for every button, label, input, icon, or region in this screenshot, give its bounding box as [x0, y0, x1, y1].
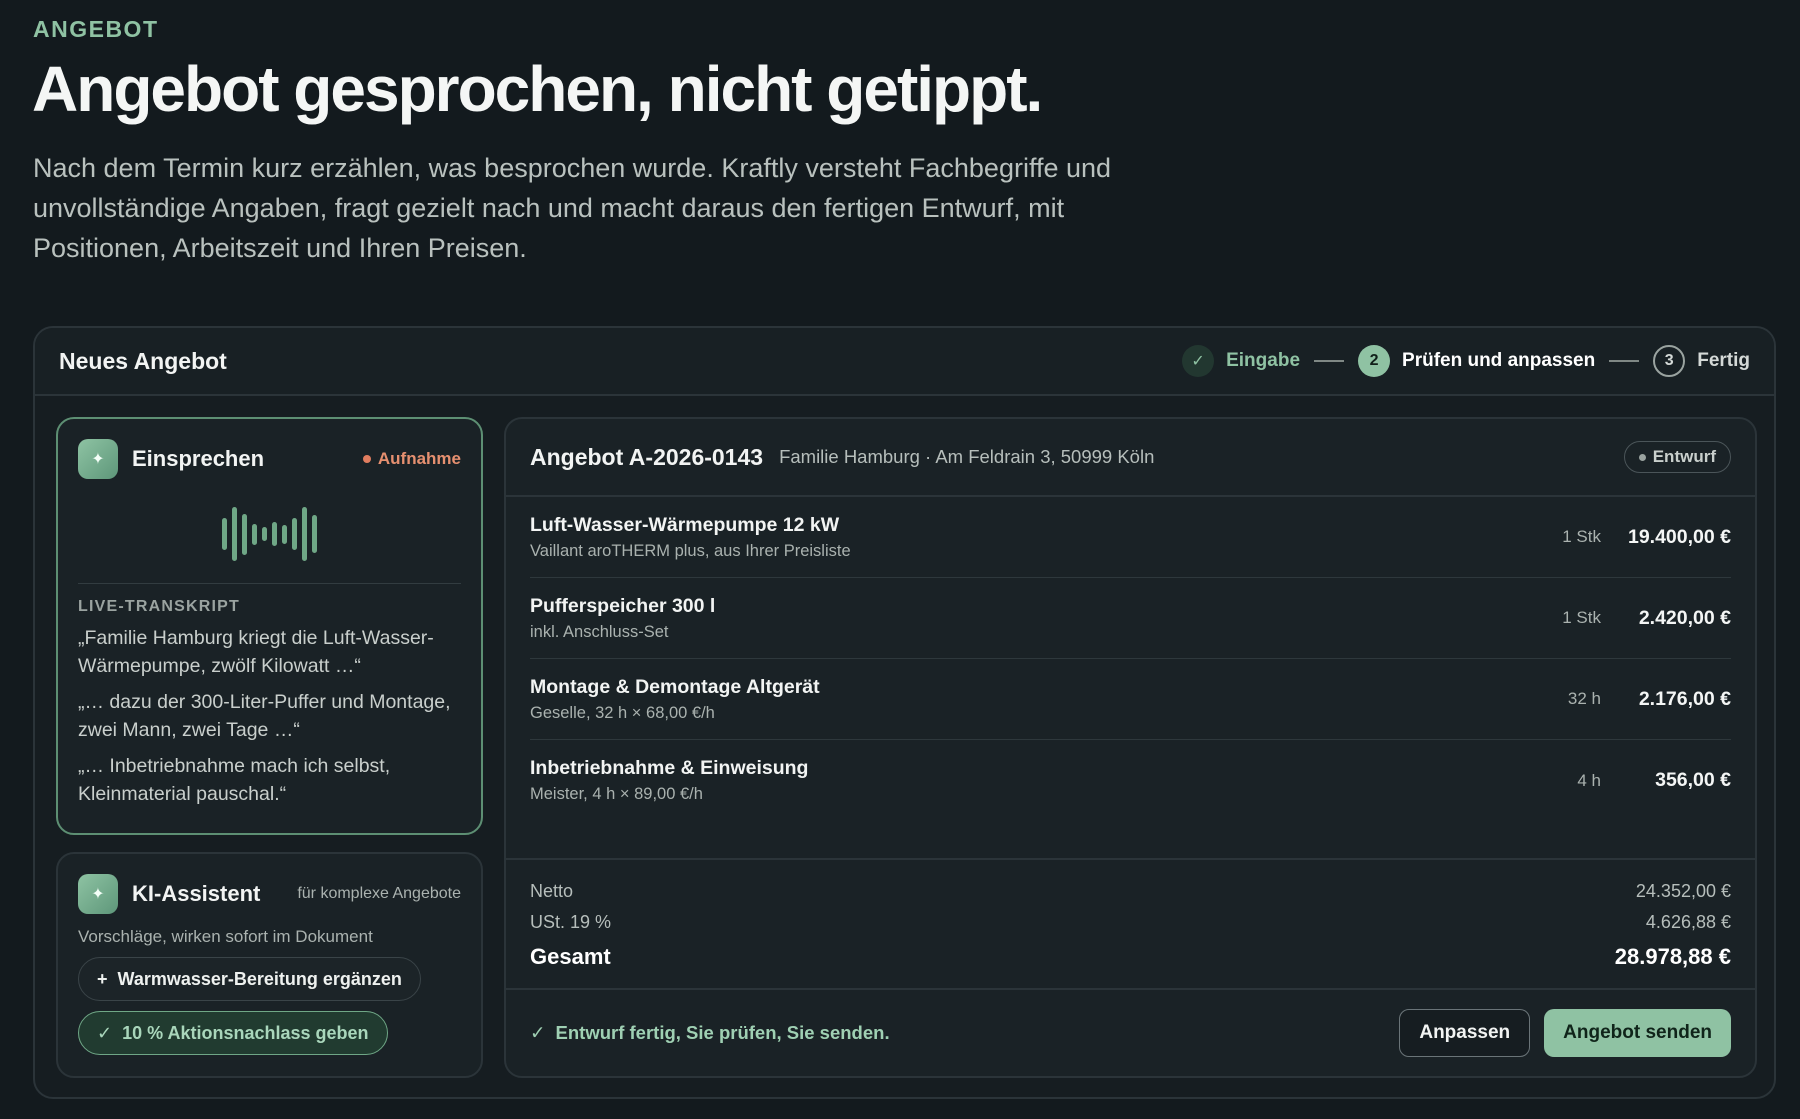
line-items: Luft-Wasser-Wärmepumpe 12 kW Vaillant ar…: [506, 497, 1755, 860]
status-label: Entwurf: [1652, 447, 1716, 466]
waveform-bar: [222, 518, 227, 550]
status-badge: Entwurf: [1623, 441, 1731, 473]
sparkle-icon: ✦: [78, 874, 118, 914]
line-item[interactable]: Pufferspeicher 300 l inkl. Anschluss-Set…: [530, 578, 1731, 659]
ai-assistant-card: ✦ KI-Assistent für komplexe Angebote Vor…: [56, 852, 483, 1078]
item-name: Luft-Wasser-Wärmepumpe 12 kW: [530, 513, 840, 536]
app-header: Neues Angebot ✓ Eingabe 2 Prüfen und anp…: [35, 328, 1774, 396]
step-label: Fertig: [1697, 350, 1750, 371]
check-icon: ✓: [97, 1022, 113, 1043]
step-input[interactable]: ✓ Eingabe: [1182, 345, 1300, 377]
adjust-button[interactable]: Anpassen: [1399, 1009, 1531, 1057]
step-label: Prüfen und anpassen: [1402, 350, 1596, 371]
waveform-bar: [262, 527, 267, 541]
step-connector: [1609, 360, 1640, 362]
tax-value: 4.626,88 €: [1645, 912, 1731, 932]
waveform-bar: [282, 524, 287, 544]
sparkle-icon: ✦: [78, 439, 118, 479]
recording-status: Aufnahme: [362, 449, 461, 469]
item-name: Montage & Demontage Altgerät: [530, 675, 820, 698]
tax-row: USt. 19 % 4.626,88 €: [530, 907, 1731, 938]
divider: [78, 583, 461, 584]
stepper: ✓ Eingabe 2 Prüfen und anpassen 3 Fertig: [1182, 345, 1750, 377]
item-description: Geselle, 32 h × 68,00 €/h: [530, 703, 715, 722]
footer-status: ✓ Entwurf fertig, Sie prüfen, Sie senden…: [530, 1022, 890, 1044]
offer-number: Angebot A-2026-0143: [530, 443, 764, 470]
offer-client: Familie Hamburg · Am Feldrain 3, 50999 K…: [779, 446, 1155, 467]
send-offer-button[interactable]: Angebot senden: [1544, 1009, 1731, 1057]
waveform-bar: [302, 507, 307, 561]
check-icon: ✓: [1182, 345, 1215, 377]
suggestion-add-warmwater[interactable]: + Warmwasser-Bereitung ergänzen: [78, 957, 421, 1001]
waveform-bar: [272, 522, 277, 546]
step-done[interactable]: 3 Fertig: [1653, 345, 1750, 377]
waveform-bar: [312, 515, 317, 553]
offer-app-window: Neues Angebot ✓ Eingabe 2 Prüfen und anp…: [33, 326, 1776, 1099]
waveform-bar: [292, 518, 297, 550]
total-row: Gesamt 28.978,88 €: [530, 941, 1731, 972]
live-transcript-label: LIVE-TRANSKRIPT: [78, 598, 240, 615]
footer-message: Entwurf fertig, Sie prüfen, Sie senden.: [555, 1022, 890, 1043]
hero-title: Angebot gesprochen, nicht getippt.: [32, 53, 1043, 125]
step-number: 3: [1653, 345, 1686, 377]
item-quantity: 1 Stk: [1562, 527, 1601, 546]
item-price: 356,00 €: [1655, 769, 1731, 791]
assistant-meta: für komplexe Angebote: [297, 885, 461, 902]
step-number: 2: [1358, 345, 1391, 377]
offer-footer: ✓ Entwurf fertig, Sie prüfen, Sie senden…: [506, 990, 1755, 1076]
item-description: inkl. Anschluss-Set: [530, 622, 669, 641]
plus-icon: +: [97, 968, 108, 989]
item-description: Vaillant aroTHERM plus, aus Ihrer Preisl…: [530, 541, 851, 560]
total-value: 28.978,88 €: [1614, 944, 1731, 969]
assistant-subtitle: Vorschläge, wirken sofort im Dokument: [78, 927, 373, 946]
line-item[interactable]: Luft-Wasser-Wärmepumpe 12 kW Vaillant ar…: [530, 497, 1731, 578]
item-price: 2.420,00 €: [1638, 606, 1731, 629]
waveform-bar: [232, 507, 237, 561]
line-item[interactable]: Montage & Demontage Altgerät Geselle, 32…: [530, 659, 1731, 740]
status-dot-icon: [1638, 453, 1646, 461]
item-quantity: 1 Stk: [1562, 608, 1601, 627]
recording-label: Aufnahme: [377, 449, 461, 468]
totals: Netto 24.352,00 € USt. 19 % 4.626,88 € G…: [506, 860, 1755, 990]
offer-document: Angebot A-2026-0143 Familie Hamburg · Am…: [504, 417, 1757, 1078]
suggestion-label: 10 % Aktionsnachlass geben: [122, 1022, 369, 1043]
transcript-line: „… Inbetriebnahme mach ich selbst, Klein…: [78, 755, 391, 805]
step-review[interactable]: 2 Prüfen und anpassen: [1358, 345, 1595, 377]
assistant-title: KI-Assistent: [132, 881, 261, 906]
net-label: Netto: [530, 881, 574, 901]
recording-dot-icon: [362, 455, 371, 463]
item-name: Pufferspeicher 300 l: [530, 594, 716, 617]
voice-input-card: ✦ Einsprechen Aufnahme LIVE-TRANSKRIPT „…: [56, 417, 483, 835]
hero-subtitle: Nach dem Termin kurz erzählen, was bespr…: [33, 153, 1112, 263]
waveform: [78, 501, 461, 567]
voice-card-title: Einsprechen: [132, 446, 265, 471]
item-price: 2.176,00 €: [1638, 687, 1731, 710]
item-name: Inbetriebnahme & Einweisung: [530, 757, 809, 779]
line-item[interactable]: Inbetriebnahme & Einweisung Meister, 4 h…: [530, 740, 1731, 821]
item-quantity: 4 h: [1577, 770, 1601, 790]
waveform-bar: [252, 523, 257, 545]
offer-header: Angebot A-2026-0143 Familie Hamburg · Am…: [506, 419, 1755, 497]
net-value: 24.352,00 €: [1635, 881, 1731, 901]
eyebrow: ANGEBOT: [33, 16, 159, 42]
check-icon: ✓: [530, 1022, 546, 1043]
app-title: Neues Angebot: [59, 347, 227, 374]
transcript-line: „… dazu der 300-Liter-Puffer und Montage…: [78, 691, 451, 741]
transcript-line: „Familie Hamburg kriegt die Luft-Wasser-…: [78, 627, 434, 677]
net-row: Netto 24.352,00 €: [530, 876, 1731, 907]
waveform-bar: [242, 513, 247, 555]
step-label: Eingabe: [1226, 350, 1301, 371]
suggestion-label: Warmwasser-Bereitung ergänzen: [117, 968, 402, 989]
step-connector: [1314, 360, 1345, 362]
tax-label: USt. 19 %: [530, 912, 612, 932]
suggestion-discount-applied[interactable]: ✓ 10 % Aktionsnachlass geben: [78, 1011, 388, 1055]
item-price: 19.400,00 €: [1627, 525, 1731, 548]
item-quantity: 32 h: [1567, 689, 1601, 708]
item-description: Meister, 4 h × 89,00 €/h: [530, 785, 703, 803]
total-label: Gesamt: [530, 944, 611, 969]
